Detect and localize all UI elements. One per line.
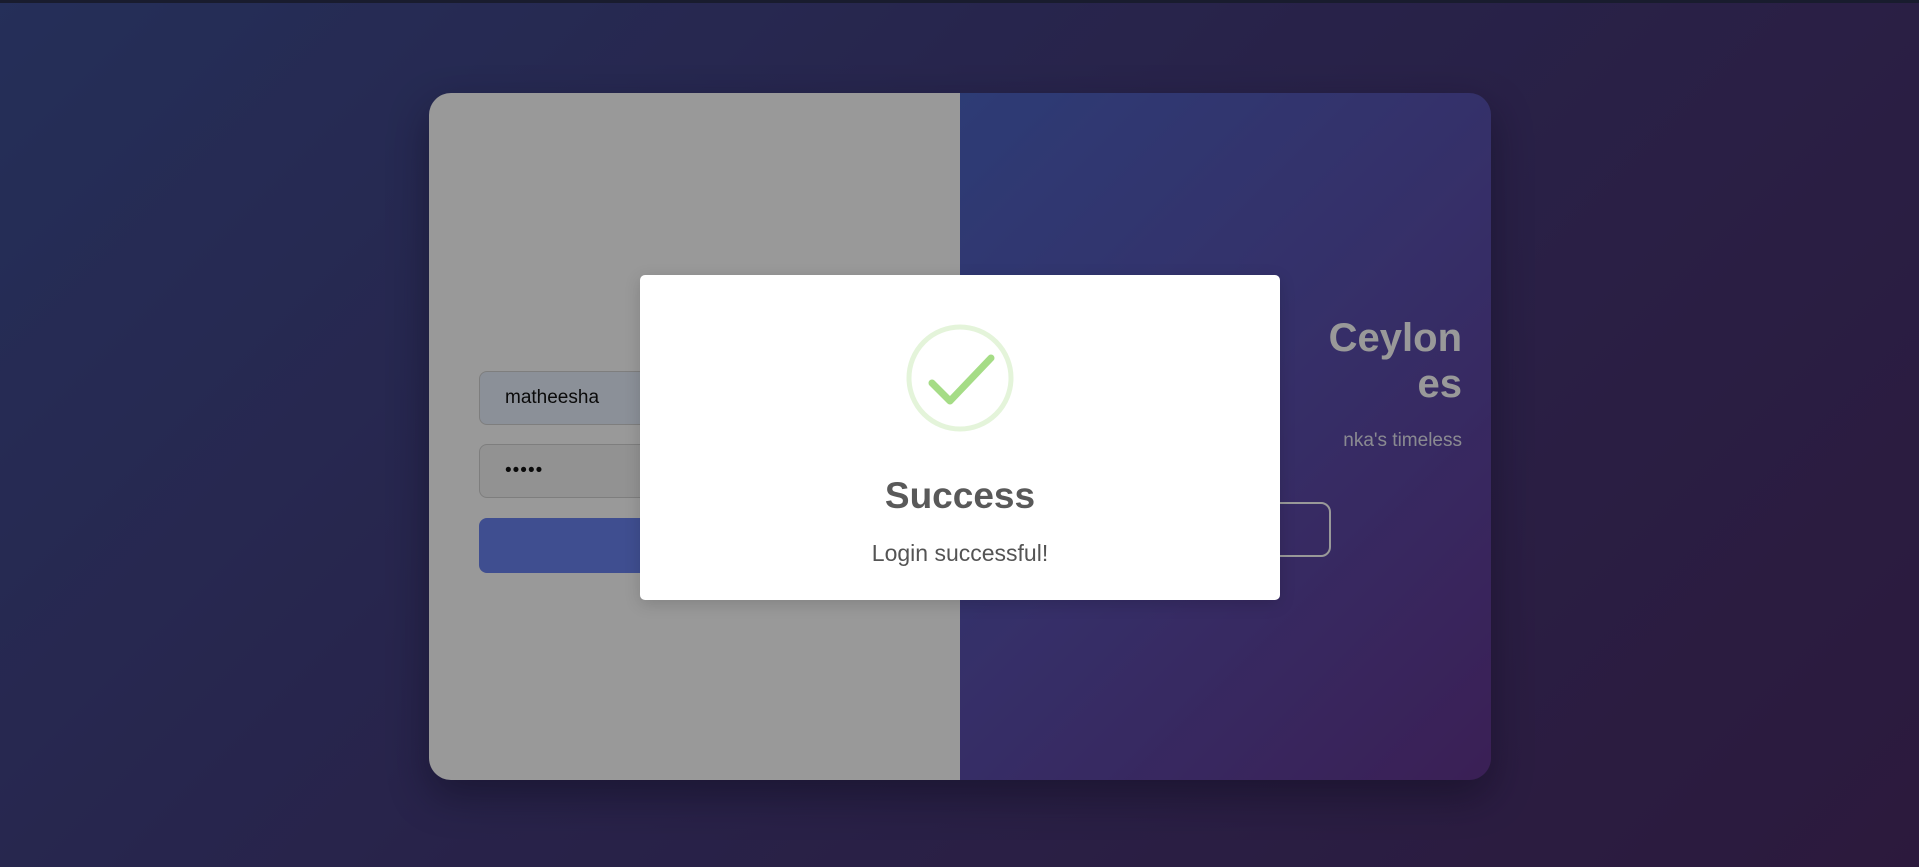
modal-title: Success bbox=[884, 475, 1036, 516]
check-icon bbox=[906, 324, 1014, 432]
modal-message: Login successful! bbox=[871, 540, 1049, 566]
success-modal: Success Login successful! bbox=[640, 275, 1280, 600]
